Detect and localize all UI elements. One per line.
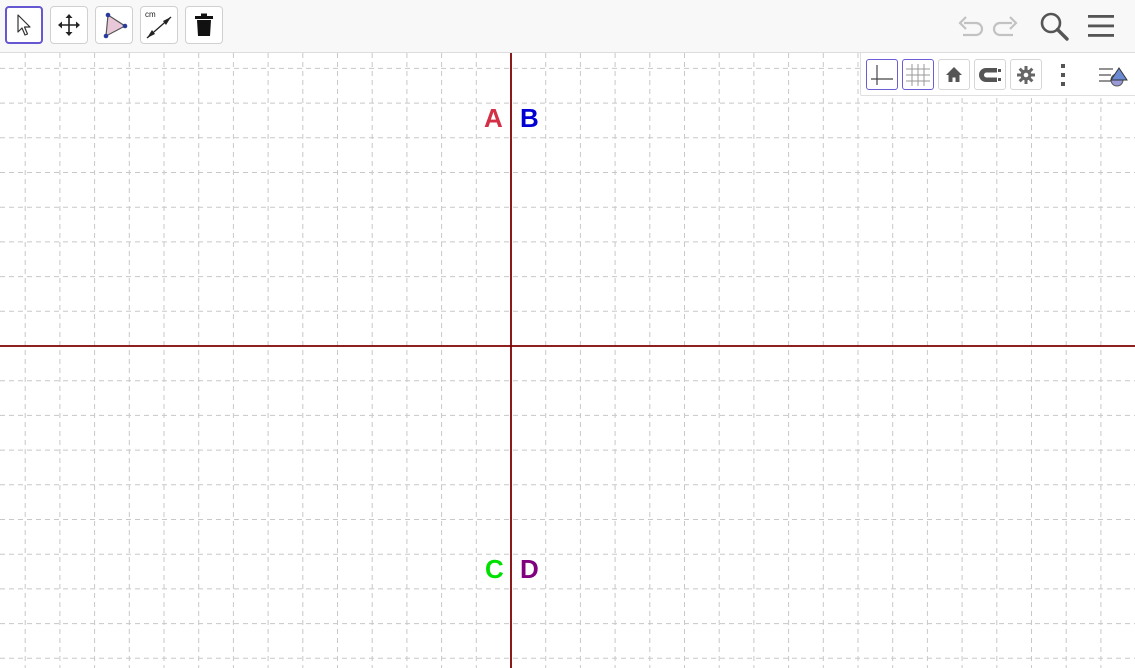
axes-icon	[871, 64, 893, 85]
triangle-icon	[103, 12, 128, 39]
redo-button[interactable]	[989, 8, 1023, 44]
redo-icon	[992, 16, 1018, 37]
svg-text:cm: cm	[145, 10, 156, 19]
algebra-toggle-icon	[1099, 66, 1128, 86]
distance-tool-button[interactable]: cm	[140, 6, 178, 44]
graphics-settings-button[interactable]	[1010, 59, 1042, 90]
four-way-arrow-icon	[58, 14, 80, 36]
ruler-segment-icon: cm	[145, 10, 172, 39]
algebra-view-toggle-button[interactable]	[1095, 59, 1133, 90]
move-tool-button[interactable]	[5, 6, 43, 44]
main-menu-button[interactable]	[1084, 8, 1118, 44]
graphics-view[interactable]: A B C D	[0, 53, 1135, 668]
magnet-icon	[979, 67, 1001, 82]
more-options-button[interactable]	[1051, 59, 1075, 90]
undo-button[interactable]	[953, 8, 987, 44]
point-label-b[interactable]: B	[520, 105, 539, 131]
point-label-a[interactable]: A	[484, 105, 503, 131]
kebab-icon	[1061, 63, 1065, 86]
polygon-tool-button[interactable]	[95, 6, 133, 44]
point-label-c[interactable]: C	[485, 556, 504, 582]
trash-icon	[195, 13, 213, 36]
toggle-grid-button[interactable]	[902, 59, 934, 90]
graphics-style-bar	[860, 53, 1135, 96]
search-icon	[1040, 12, 1069, 41]
search-button[interactable]	[1037, 8, 1071, 44]
point-capturing-button[interactable]	[974, 59, 1006, 90]
toggle-axes-button[interactable]	[866, 59, 898, 90]
delete-tool-button[interactable]	[185, 6, 223, 44]
standard-view-button[interactable]	[938, 59, 970, 90]
point-label-d[interactable]: D	[520, 556, 539, 582]
move-graphics-view-button[interactable]	[50, 6, 88, 44]
pointer-arrow-icon	[17, 14, 31, 36]
coordinate-grid	[0, 53, 1135, 668]
undo-icon	[958, 16, 984, 37]
grid-icon	[906, 63, 930, 86]
menu-icon	[1088, 15, 1114, 37]
gear-icon	[1017, 65, 1035, 84]
home-icon	[946, 66, 962, 82]
main-toolbar: cm	[0, 0, 1135, 53]
